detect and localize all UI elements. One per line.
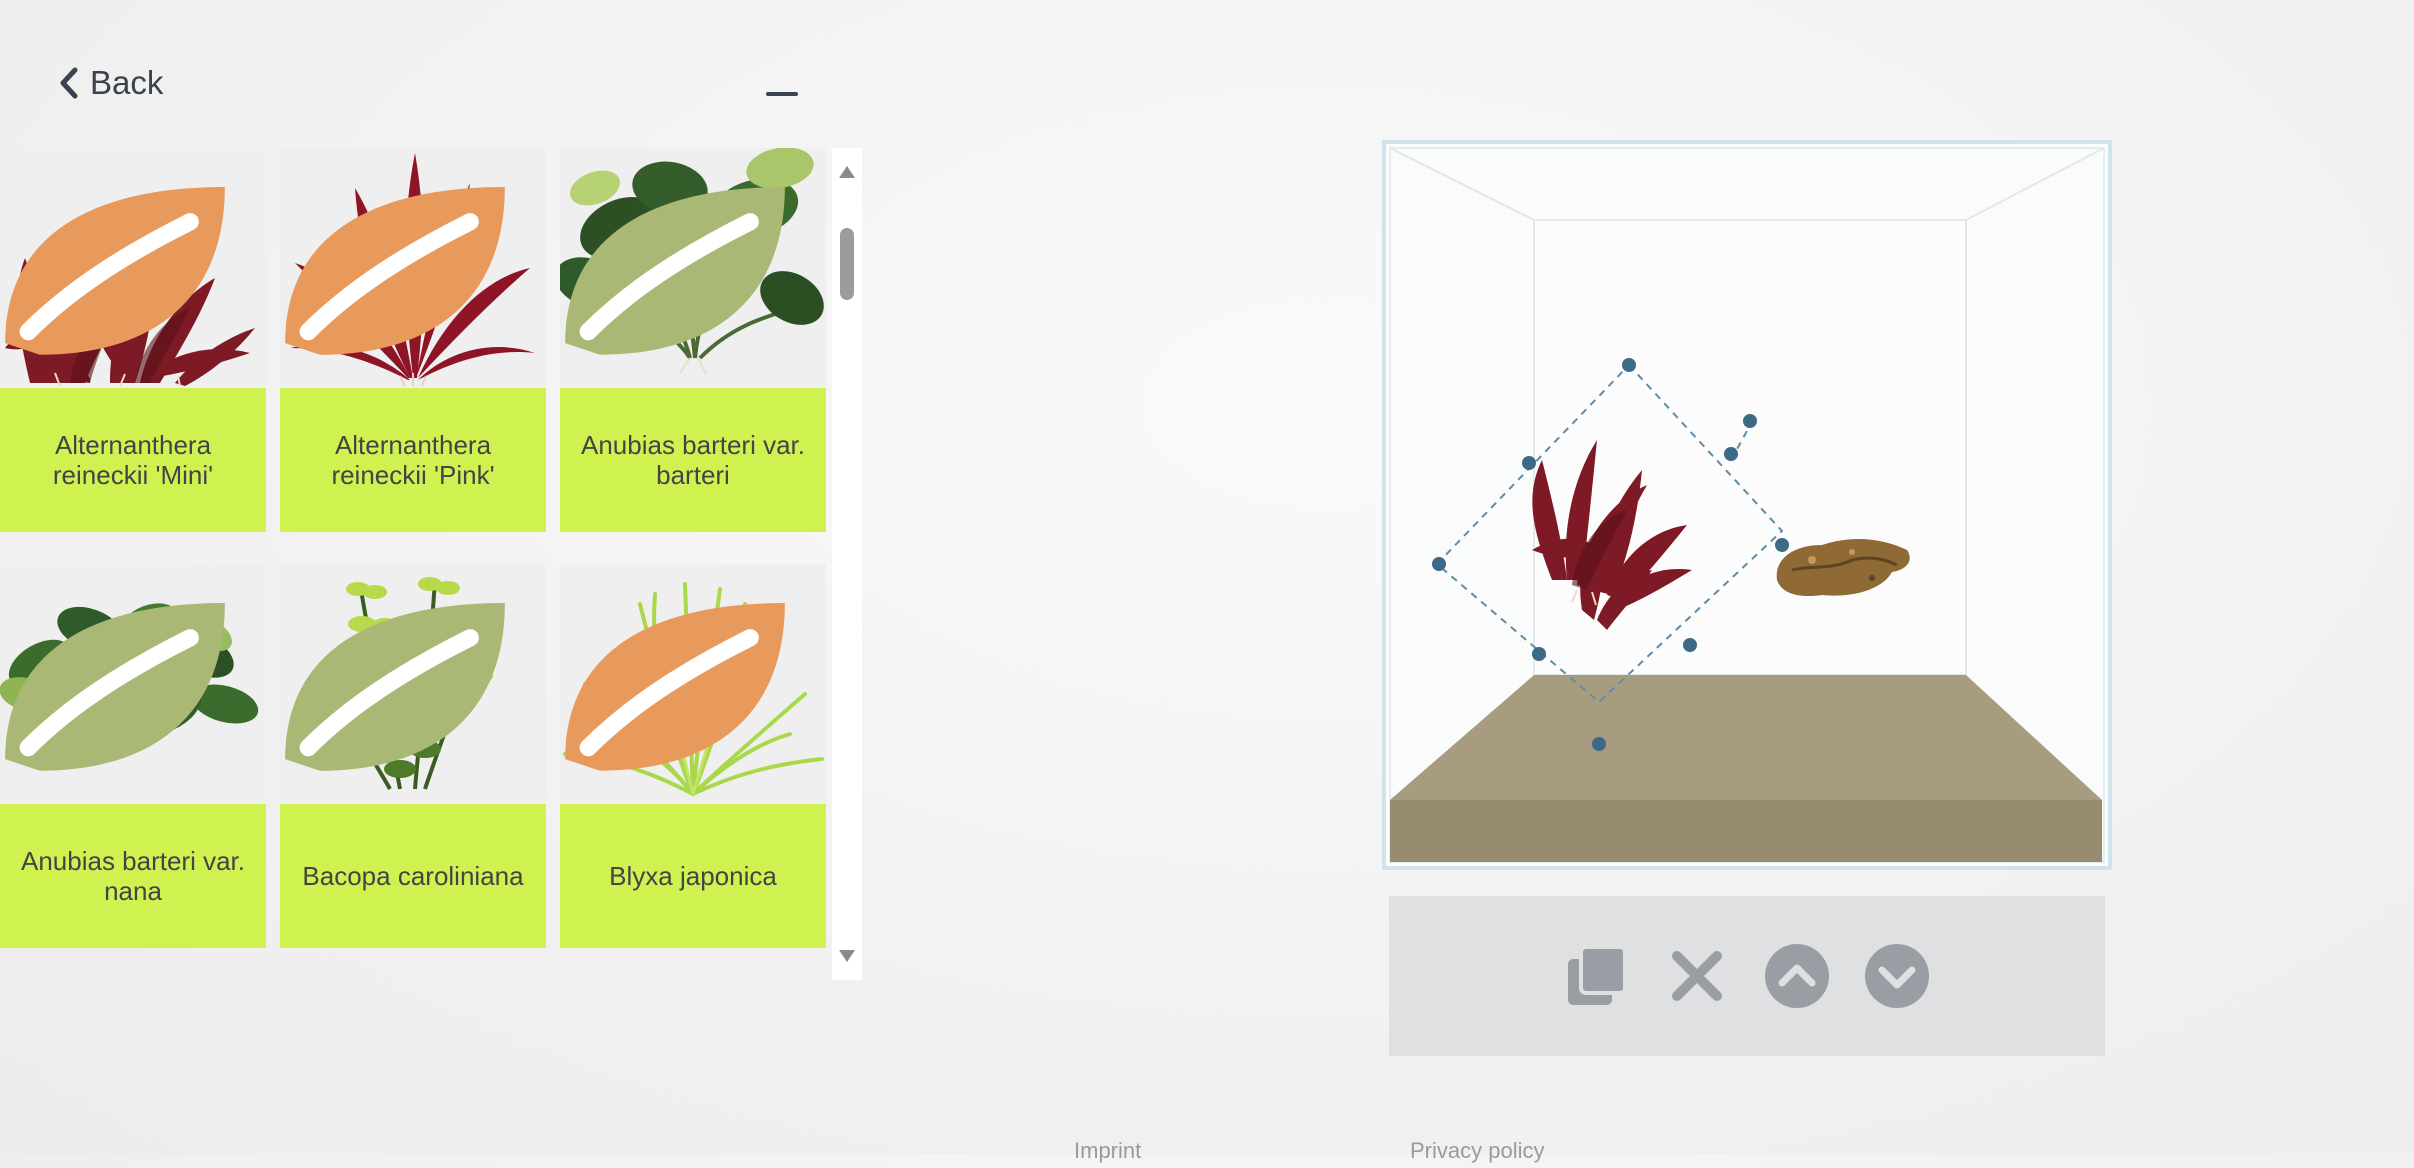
plant-name: Alternanthera reineckii 'Pink' [280,388,546,532]
scroll-down-arrow-icon[interactable] [839,950,855,962]
plant-name: Bacopa caroliniana [280,804,546,948]
leaf-badge-icon [285,187,505,355]
chevron-down-icon [1865,944,1929,1008]
chevron-left-icon [60,67,78,99]
scroll-up-arrow-icon[interactable] [839,166,855,178]
duplicate-icon [1568,945,1627,1005]
leaf-badge-icon [5,603,225,771]
plant-grid: Alternanthera reineckii 'Mini' Alternant… [0,148,828,978]
scroll-thumb[interactable] [840,228,854,300]
delete-button[interactable] [1662,941,1732,1011]
plant-image [560,148,826,388]
duplicate-button[interactable] [1562,941,1632,1011]
footer: Imprint Privacy policy [0,1138,2414,1168]
back-button[interactable]: Back [58,60,163,106]
plant-image [280,148,546,388]
delete-icon [1672,951,1722,1001]
bring-forward-button[interactable] [1762,941,1832,1011]
minimize-button[interactable] [766,92,798,96]
plant-card-anubias-nana[interactable]: Anubias barteri var. nana [0,564,266,948]
plant-card-bacopa-caroliniana[interactable]: Bacopa caroliniana [280,564,546,948]
chevron-up-icon [1765,944,1829,1008]
plant-name: Alternanthera reineckii 'Mini' [0,388,266,532]
back-label: Back [90,64,164,101]
plant-image [0,148,266,388]
leaf-badge-icon [5,187,225,355]
substrate-front [1390,800,2102,862]
plant-name: Blyxa japonica [560,804,826,948]
plant-list-scrollbar[interactable] [832,148,862,980]
leaf-badge-icon [565,187,785,355]
plant-image [0,564,266,804]
leaf-badge-icon [285,603,505,771]
plant-card-blyxa-japonica[interactable]: Blyxa japonica [560,564,826,948]
plant-image [560,564,826,804]
plant-name: Anubias barteri var. barteri [560,388,826,532]
aquarium-canvas[interactable] [1382,140,2112,870]
plant-card-alternanthera-pink[interactable]: Alternanthera reineckii 'Pink' [280,148,546,532]
send-backward-button[interactable] [1862,941,1932,1011]
plant-name: Anubias barteri var. nana [0,804,266,948]
plant-image [280,564,546,804]
leaf-badge-icon [565,603,785,771]
plant-card-anubias-barteri[interactable]: Anubias barteri var. barteri [560,148,826,532]
privacy-policy-link[interactable]: Privacy policy [1410,1138,1544,1164]
plant-card-alternanthera-mini[interactable]: Alternanthera reineckii 'Mini' [0,148,266,532]
object-toolbar [1389,896,2105,1056]
imprint-link[interactable]: Imprint [1074,1138,1141,1164]
